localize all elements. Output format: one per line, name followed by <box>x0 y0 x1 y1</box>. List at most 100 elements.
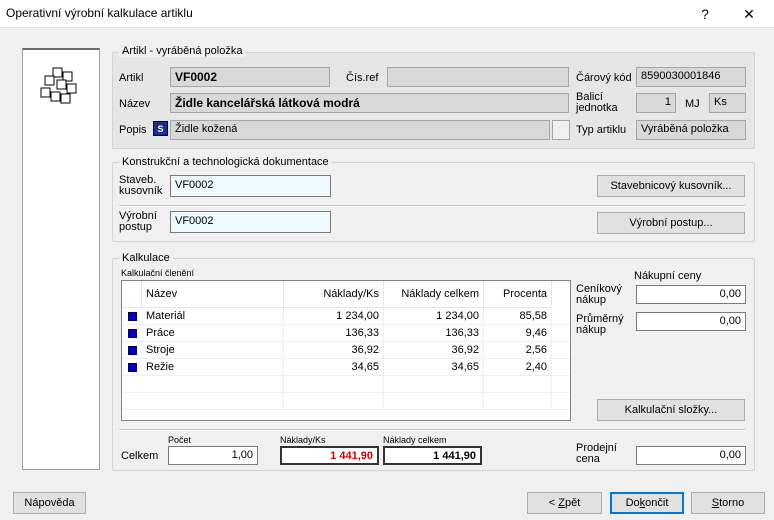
naklady-ks-total-field: 1 441,90 <box>280 446 379 465</box>
cell-empty <box>484 376 552 393</box>
balici-jednotka-label: Balicí jednotka <box>576 92 618 114</box>
cell-naklady-celkem: 136,33 <box>384 325 484 342</box>
cell-naklady-celkem: 1 234,00 <box>384 308 484 325</box>
cell-empty <box>384 393 484 410</box>
dokoncit-button[interactable]: Dokončit <box>610 492 684 514</box>
cell-empty <box>142 376 284 393</box>
dokumentace-legend: Konstrukční a technologická dokumentace <box>119 156 332 168</box>
kalkulace-legend: Kalkulace <box>119 252 173 264</box>
storno-button[interactable]: Storno <box>691 492 765 514</box>
prumerny-nakup-label: Průměrný nákup <box>576 314 624 336</box>
artikl-field[interactable]: VF0002 <box>170 67 330 87</box>
cisref-field[interactable] <box>387 67 569 87</box>
celkem-label: Celkem <box>121 450 159 462</box>
kalkulace-table[interactable]: Název Náklady/Ks Náklady celkem Procenta… <box>121 280 571 421</box>
row-bullet-icon <box>128 346 137 355</box>
cell-nazev: Režie <box>142 359 284 376</box>
pocet-input[interactable]: 1,00 <box>168 446 258 465</box>
window-title: Operativní výrobní kalkulace artiklu <box>6 6 193 20</box>
vyrobni-postup-label: Výrobní postup <box>119 211 157 233</box>
nazev-field[interactable]: Židle kancelářská látková modrá <box>170 93 569 113</box>
table-row[interactable]: Práce 136,33 136,33 9,46 <box>122 325 570 342</box>
kalkulacni-cleneni-label: Kalkulační členění <box>121 268 195 278</box>
popis-field[interactable]: Židle kožená <box>170 120 550 140</box>
table-row[interactable]: Stroje 36,92 36,92 2,56 <box>122 342 570 359</box>
table-row-empty <box>122 393 570 410</box>
nakupni-ceny-label: Nákupní ceny <box>634 270 702 282</box>
cenikovy-label-line2: nákup <box>576 294 606 306</box>
cell-empty <box>284 393 384 410</box>
close-button[interactable]: ✕ <box>738 4 760 24</box>
popis-type-icon: S <box>153 121 168 136</box>
mj-label: MJ <box>685 98 700 110</box>
cell-empty <box>484 393 552 410</box>
cell-nazev: Stroje <box>142 342 284 359</box>
table-header-naklady-ks[interactable]: Náklady/Ks <box>284 281 384 308</box>
cell-naklady-celkem: 34,65 <box>384 359 484 376</box>
cell-empty <box>384 376 484 393</box>
vyrobni-postup-button[interactable]: Výrobní postup... <box>597 212 745 234</box>
row-bullet-icon <box>128 363 137 372</box>
cell-nazev: Práce <box>142 325 284 342</box>
popis-label: Popis <box>119 124 147 136</box>
cell-naklady-ks: 34,65 <box>284 359 384 376</box>
vyrobni-postup-input[interactable]: VF0002 <box>170 211 331 233</box>
mj-field[interactable]: Ks <box>709 93 746 113</box>
cell-naklady-celkem: 36,92 <box>384 342 484 359</box>
kalkulace-divider <box>119 429 746 431</box>
prumerny-nakup-input[interactable]: 0,00 <box>636 312 746 331</box>
prodejni-cena-input[interactable]: 0,00 <box>636 446 746 465</box>
pocet-label: Počet <box>168 435 192 445</box>
side-icon-panel <box>22 48 100 470</box>
zpet-button[interactable]: < Zpět <box>527 492 602 514</box>
cell-empty <box>142 393 284 410</box>
typ-artiklu-label: Typ artiklu <box>576 124 627 136</box>
cubes-icon <box>40 67 77 104</box>
staveb-label-line2: kusovník <box>119 185 163 197</box>
nazev-label: Název <box>119 98 151 110</box>
table-header-naklady-celkem[interactable]: Náklady celkem <box>384 281 484 308</box>
cell-empty <box>284 376 384 393</box>
table-header-bullet <box>122 281 142 308</box>
cell-naklady-ks: 136,33 <box>284 325 384 342</box>
table-header-nazev[interactable]: Název <box>142 281 284 308</box>
staveb-kusovnik-input[interactable]: VF0002 <box>170 175 331 197</box>
table-header-procenta[interactable]: Procenta <box>484 281 552 308</box>
cell-procenta: 2,40 <box>484 359 552 376</box>
dokoncit-pre: Do <box>625 497 640 509</box>
cell-nazev: Materiál <box>142 308 284 325</box>
staveb-kusovnik-label: Staveb. kusovník <box>119 175 162 197</box>
cenikovy-nakup-label: Ceníkový nákup <box>576 284 622 306</box>
dokoncit-rest: ončit <box>645 497 669 509</box>
balici-label-line2: jednotka <box>576 102 618 114</box>
kalkulacni-slozky-button[interactable]: Kalkulační složky... <box>597 399 745 421</box>
cell-procenta: 9,46 <box>484 325 552 342</box>
naklady-ks-total-label: Náklady/Ks <box>280 435 326 445</box>
table-row-empty <box>122 376 570 393</box>
prodejni-label-line2: cena <box>576 453 600 465</box>
help-button[interactable]: ? <box>694 4 716 24</box>
typ-artiklu-field[interactable]: Vyráběná položka <box>636 120 746 140</box>
zpet-rest: pět <box>564 497 581 509</box>
popis-expand-box[interactable] <box>552 120 570 140</box>
napoveda-button[interactable]: Nápověda <box>13 492 86 514</box>
dokumentace-divider <box>119 205 746 207</box>
zpet-mnemonic: Z <box>558 497 565 509</box>
cell-naklady-ks: 36,92 <box>284 342 384 359</box>
cell-procenta: 85,58 <box>484 308 552 325</box>
stavebnicovy-kusovnik-button[interactable]: Stavebnicový kusovník... <box>597 175 745 197</box>
cisref-label: Čís.ref <box>346 72 379 84</box>
carovy-kod-field[interactable]: 8590030001846 <box>636 67 746 87</box>
cell-naklady-ks: 1 234,00 <box>284 308 384 325</box>
naklady-celkem-total-label: Náklady celkem <box>383 435 447 445</box>
prumerny-label-line2: nákup <box>576 324 606 336</box>
table-row[interactable]: Materiál 1 234,00 1 234,00 85,58 <box>122 308 570 325</box>
artikl-label: Artikl <box>119 72 144 84</box>
row-bullet-icon <box>128 312 137 321</box>
table-row[interactable]: Režie 34,65 34,65 2,40 <box>122 359 570 376</box>
storno-rest: torno <box>719 497 745 509</box>
balici-jednotka-field[interactable]: 1 <box>636 93 676 113</box>
cenikovy-nakup-input[interactable]: 0,00 <box>636 285 746 304</box>
prodejni-cena-label: Prodejní cena <box>576 443 617 465</box>
vyrobni-label-line2: postup <box>119 221 153 233</box>
